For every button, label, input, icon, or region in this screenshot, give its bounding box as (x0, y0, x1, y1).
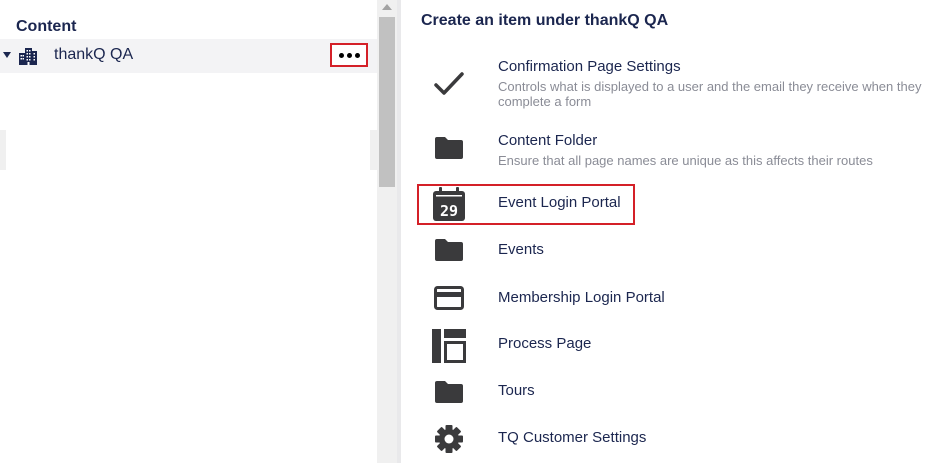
scroll-up-arrow-icon[interactable] (382, 4, 392, 10)
create-panel-title: Create an item under thankQ QA (421, 12, 669, 29)
tree-item-label[interactable]: thankQ QA (54, 46, 133, 64)
panel-edge (0, 130, 6, 170)
item-description: Controls what is displayed to a user and… (498, 79, 922, 109)
more-actions-button[interactable] (330, 43, 368, 67)
layout-icon (431, 328, 467, 364)
tree-scrollbar[interactable] (377, 0, 397, 463)
card-icon (431, 280, 467, 316)
item-description: Ensure that all page names are unique as… (498, 153, 873, 168)
item-name[interactable]: Tours (498, 382, 535, 399)
tree-item-thankq-qa[interactable]: thankQ QA (0, 39, 377, 73)
item-name[interactable]: Membership Login Portal (498, 289, 665, 306)
create-item-membership-login-portal[interactable]: Membership Login Portal (401, 280, 952, 316)
tree-heading: Content (16, 18, 77, 35)
scrollbar-thumb[interactable] (379, 17, 395, 187)
item-name[interactable]: Content Folder (498, 132, 597, 149)
folder-icon (431, 130, 467, 166)
item-name[interactable]: TQ Customer Settings (498, 429, 646, 446)
create-item-panel: Create an item under thankQ QA Confirmat… (401, 0, 952, 463)
content-tree-panel: Content thankQ QA (0, 0, 377, 463)
selection-highlight (417, 184, 635, 225)
dot-icon (354, 52, 360, 58)
dot-icon (338, 52, 344, 58)
dot-icon (346, 52, 352, 58)
checkmark-icon (431, 66, 467, 102)
create-item-events[interactable]: Events (401, 232, 952, 268)
create-item-tq-customer-settings[interactable]: TQ Customer Settings (401, 421, 952, 457)
create-item-confirmation-page-settings[interactable]: Confirmation Page Settings Controls what… (401, 56, 952, 116)
item-name[interactable]: Events (498, 241, 544, 258)
item-name[interactable]: Confirmation Page Settings (498, 58, 681, 75)
create-item-tours[interactable]: Tours (401, 374, 952, 410)
site-icon (19, 48, 37, 65)
create-item-content-folder[interactable]: Content Folder Ensure that all page name… (401, 124, 952, 174)
panel-edge (370, 130, 377, 170)
create-item-process-page[interactable]: Process Page (401, 326, 952, 366)
folder-icon (431, 232, 467, 268)
expand-caret-icon[interactable] (3, 52, 11, 58)
item-name[interactable]: Process Page (498, 335, 591, 352)
gear-icon (431, 421, 467, 457)
folder-icon (431, 374, 467, 410)
